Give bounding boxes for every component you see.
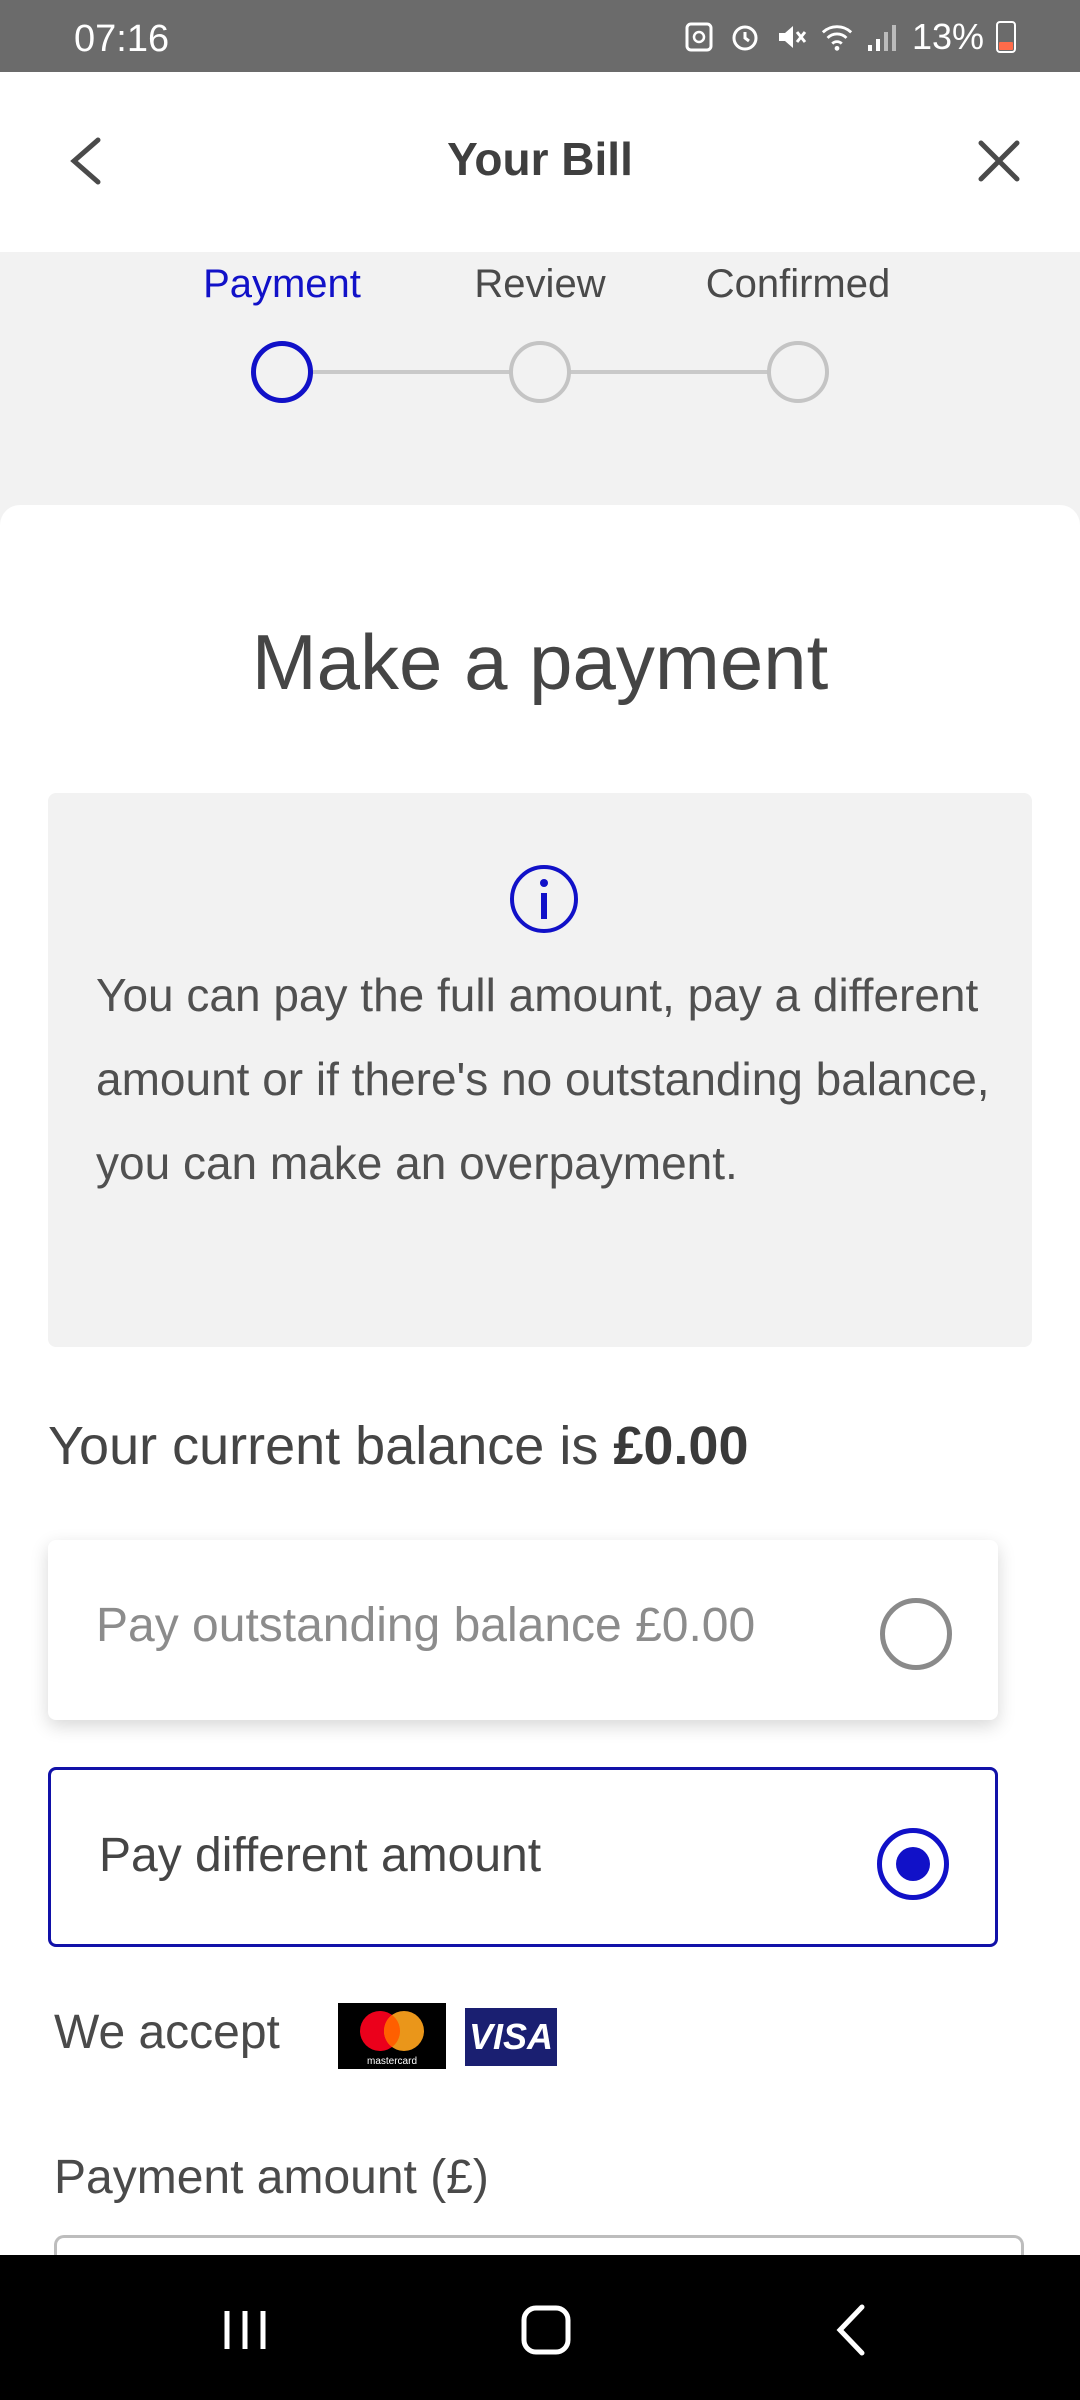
balance-value: £0.00 [613, 1416, 749, 1476]
radio-unselected[interactable] [880, 1598, 952, 1670]
wifi-icon [820, 20, 854, 54]
signal-icon [866, 20, 900, 54]
battery-percent: 13% [911, 16, 984, 57]
step-label-review: Review [474, 262, 606, 306]
battery-icon [996, 21, 1016, 53]
option-label: Pay outstanding balance £0.00 [96, 1599, 756, 1652]
info-box: You can pay the full amount, pay a diffe… [48, 793, 1032, 1347]
option-pay-different[interactable]: Pay different amount [48, 1767, 998, 1947]
info-icon [510, 865, 578, 933]
step-label-confirmed: Confirmed [705, 262, 891, 306]
step-dot-review [509, 341, 571, 403]
sync-icon [682, 20, 716, 54]
recent-apps-icon [224, 2311, 266, 2349]
current-balance: Your current balance is £0.00 [48, 1415, 748, 1477]
close-icon [978, 140, 1020, 182]
step-connector [570, 370, 768, 374]
back-icon [836, 2304, 865, 2356]
app-header: Your Bill [0, 72, 1080, 252]
visa-logo: VISA [465, 2008, 557, 2066]
alarm-icon [728, 20, 762, 54]
mute-icon [774, 20, 808, 54]
mastercard-logo: mastercard [338, 2003, 446, 2069]
status-bar: 07:16 13% [0, 0, 1080, 72]
we-accept-label: We accept [54, 2006, 280, 2059]
status-icons: 13% [682, 16, 1016, 58]
balance-prefix: Your current balance is [48, 1416, 614, 1476]
main-title: Make a payment [251, 618, 829, 706]
home-icon [521, 2305, 571, 2355]
step-dot-payment [251, 341, 313, 403]
step-dot-confirmed [767, 341, 829, 403]
home-button[interactable] [506, 2295, 586, 2365]
option-label: Pay different amount [99, 1829, 542, 1882]
status-time: 07:16 [74, 18, 170, 60]
nav-back-button[interactable] [812, 2295, 892, 2365]
recent-apps-button[interactable] [205, 2295, 285, 2365]
option-pay-outstanding[interactable]: Pay outstanding balance £0.00 [48, 1540, 998, 1720]
svg-text:mastercard: mastercard [367, 2056, 417, 2067]
payment-amount-label: Payment amount (£) [54, 2151, 489, 2204]
payment-card: Make a payment You can pay the full amou… [0, 505, 1080, 2295]
close-button[interactable] [964, 126, 1034, 196]
system-nav-bar [0, 2255, 1080, 2400]
info-text: You can pay the full amount, pay a diffe… [96, 969, 990, 1189]
page-title: Your Bill [447, 133, 633, 185]
radio-selected[interactable] [877, 1828, 949, 1900]
step-connector [312, 370, 510, 374]
step-label-payment: Payment [203, 262, 361, 306]
